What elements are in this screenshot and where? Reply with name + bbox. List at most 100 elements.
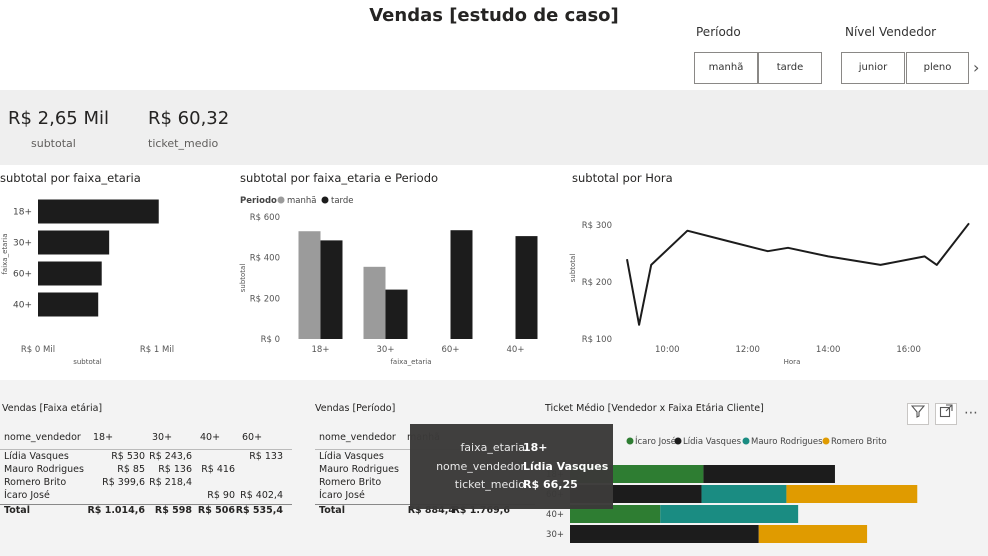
legend-label: Romero Brito xyxy=(831,437,887,447)
table-row-name: Romero Brito xyxy=(4,477,67,488)
table2-title: Vendas [Período] xyxy=(315,403,396,414)
stacked-bar-40+ xyxy=(660,505,799,523)
table-cell: R$ 133 xyxy=(249,451,283,462)
table-header-cell: 30+ xyxy=(152,432,173,443)
table-row-name: Ícaro José xyxy=(319,490,365,501)
stacked-bar-18+ xyxy=(703,465,835,483)
table-total-cell: R$ 598 xyxy=(154,505,192,516)
stacked-bar-30+ xyxy=(570,525,759,543)
ytick-label: R$ 100 xyxy=(582,335,612,345)
filter-icon[interactable] xyxy=(907,403,929,425)
series-line-subtotal xyxy=(626,222,970,326)
x-axis-label: Hora xyxy=(784,358,801,366)
kpi-subtotal-label: subtotal xyxy=(31,137,76,150)
ytick-label: R$ 300 xyxy=(582,221,612,231)
table-total-cell: R$ 535,4 xyxy=(235,505,283,516)
slicer-option-tarde[interactable]: tarde xyxy=(758,52,822,84)
table-total-cell: R$ 1.014,6 xyxy=(87,505,145,516)
table1-title: Vendas [Faixa etária] xyxy=(2,403,103,414)
slicer-option-junior[interactable]: junior xyxy=(841,52,905,84)
bar-30+ xyxy=(38,230,110,255)
xtick-label: R$ 0 Mil xyxy=(21,345,55,355)
table-header-cell: 60+ xyxy=(242,432,263,443)
stacked-bar-60+ xyxy=(701,485,787,503)
table-header-cell: nome_vendedor xyxy=(319,432,396,443)
xtick-label: 60+ xyxy=(442,345,460,355)
more-options-icon[interactable]: ⋯ xyxy=(964,403,978,423)
legend-label: Ícaro José xyxy=(635,435,676,447)
table-header-cell: nome_vendedor xyxy=(4,432,81,443)
ytick-label: 18+ xyxy=(13,208,32,218)
stacked-bar-60+ xyxy=(786,485,918,503)
table-cell: R$ 243,6 xyxy=(149,451,192,462)
legend-swatch-tarde xyxy=(321,196,329,204)
legend-label: Mauro Rodrigues xyxy=(751,437,823,447)
slicer-next-arrow-icon[interactable]: › xyxy=(973,58,979,77)
x-axis-label: faixa_etaria xyxy=(390,358,431,366)
legend-swatch-manha xyxy=(277,196,285,204)
table-header-cell: 18+ xyxy=(93,432,114,443)
ytick-label: 30+ xyxy=(13,239,32,249)
bar-manhã-18+ xyxy=(298,231,321,339)
slicer-option-manha[interactable]: manhã xyxy=(694,52,758,84)
chart2-title: subtotal por faixa_etaria e Periodo xyxy=(240,171,439,185)
ytick-label: R$ 600 xyxy=(250,213,280,223)
periodo-slicer-title: Período xyxy=(696,25,741,39)
bar-tarde-30+ xyxy=(385,289,408,339)
stacked-bar-30+ xyxy=(758,525,868,543)
legend-swatch xyxy=(822,437,830,445)
table-cell: R$ 530 xyxy=(111,451,145,462)
ytick-label: 40+ xyxy=(13,301,32,311)
xtick-label: 30+ xyxy=(377,345,395,355)
legend-label-tarde: tarde xyxy=(331,196,354,206)
table-total-label: Total xyxy=(319,505,345,516)
ytick-label: 30+ xyxy=(546,530,564,540)
x-axis-label: subtotal xyxy=(73,358,102,366)
kpi-ticket-value: R$ 60,32 xyxy=(148,108,230,129)
ytick-label: R$ 400 xyxy=(250,254,280,264)
bar-manhã-30+ xyxy=(363,266,386,339)
xtick-label: 12:00 xyxy=(735,345,760,355)
ytick-label: R$ 200 xyxy=(582,278,612,288)
legend-label: Lídia Vasques xyxy=(683,437,742,447)
xtick-label: 14:00 xyxy=(816,345,841,355)
tooltip-value-vendedor: Lídia Vasques xyxy=(523,460,609,473)
table-total-label: Total xyxy=(4,505,30,516)
tooltip-value-faixa: 18+ xyxy=(523,441,548,454)
table-row-name: Romero Brito xyxy=(319,477,382,488)
tooltip-label-ticket: ticket_medio xyxy=(454,478,525,491)
y-axis-label: subtotal xyxy=(569,254,577,283)
table-cell: R$ 402,4 xyxy=(240,490,283,501)
chart1-title: subtotal por faixa_etaria xyxy=(0,171,141,185)
y-axis-label: faixa_etaria xyxy=(1,233,9,274)
table-vendas-faixa[interactable]: nome_vendedor 18+ 30+ 40+ 60+ Lídia Vasques R$… xyxy=(0,425,300,555)
slicer-option-pleno[interactable]: pleno xyxy=(906,52,969,84)
chart4-title: Ticket Médio [Vendedor x Faixa Etária Cl… xyxy=(545,403,764,414)
tooltip-label-faixa: faixa_etaria xyxy=(460,441,525,454)
tooltip-label-vendedor: nome_vendedor xyxy=(436,460,525,473)
chart-subtotal-faixa-periodo[interactable]: Periodo manhã tarde R$ 0 R$ 200 R$ 400 R$ 600 s… xyxy=(238,188,558,370)
table-cell: R$ 90 xyxy=(207,490,235,501)
legend-title: Periodo xyxy=(240,196,277,206)
bar-tarde-18+ xyxy=(320,240,343,339)
chart-subtotal-faixa-etaria[interactable]: 18+ 30+ 60+ 40+ faixa_etaria R$ 0 Mil R$ 1 Mil… xyxy=(0,188,225,368)
table-cell: R$ 85 xyxy=(117,464,145,475)
kpi-subtotal-value: R$ 2,65 Mil xyxy=(8,108,110,129)
table-total-cell: R$ 506 xyxy=(197,505,235,516)
table-row-name: Lídia Vasques xyxy=(319,451,384,462)
xtick-label: 10:00 xyxy=(655,345,680,355)
bar-tarde-60+ xyxy=(450,230,473,339)
xtick-label: 16:00 xyxy=(896,345,921,355)
table-cell: R$ 136 xyxy=(158,464,192,475)
page-title: Vendas [estudo de caso] xyxy=(369,5,619,26)
focus-mode-icon[interactable] xyxy=(935,403,957,425)
ytick-label: 60+ xyxy=(13,270,32,280)
bar-18+ xyxy=(38,199,159,224)
table-cell: R$ 416 xyxy=(201,464,235,475)
table-row-name: Lídia Vasques xyxy=(4,451,69,462)
table-row-name: Mauro Rodrigues xyxy=(319,464,399,475)
chart-subtotal-hora[interactable]: R$ 100 R$ 200 R$ 300 subtotal 10:00 12:00 14:0… xyxy=(568,188,988,370)
tooltip-value-ticket: R$ 66,25 xyxy=(523,478,578,491)
chart-tooltip: faixa_etaria 18+ nome_vendedor Lídia Vas… xyxy=(410,424,613,509)
bar-60+ xyxy=(38,261,102,286)
